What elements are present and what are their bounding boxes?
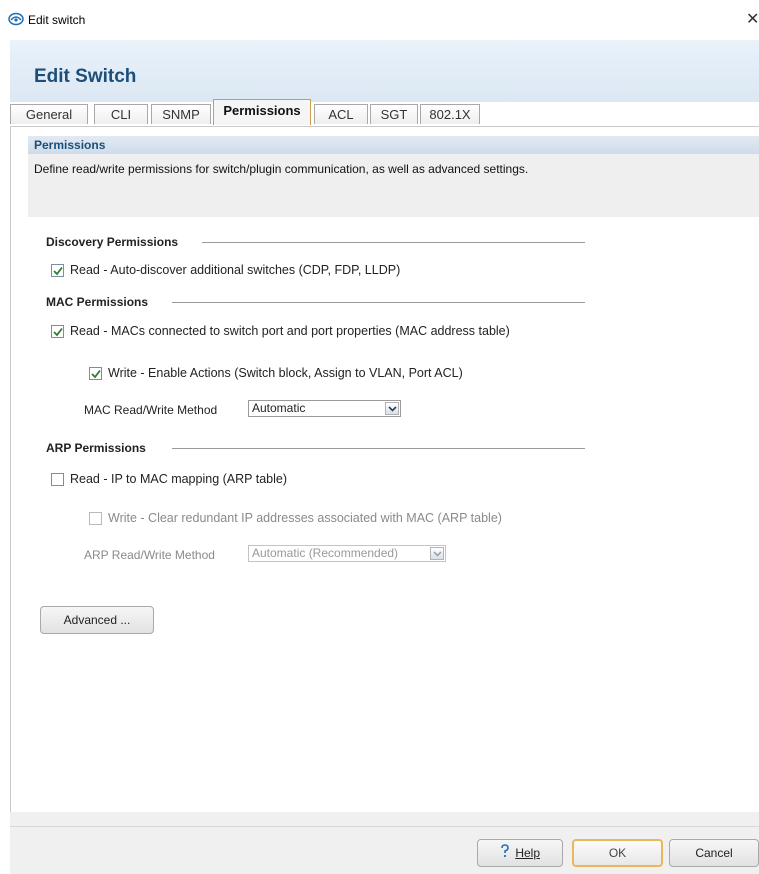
mac-divider	[172, 302, 585, 303]
discovery-read-checkbox[interactable]	[51, 263, 64, 277]
arp-method-label: ARP Read/Write Method	[84, 548, 215, 562]
arp-write-row: Write - Clear redundant IP addresses ass…	[89, 511, 502, 525]
arp-read-checkbox[interactable]	[51, 472, 64, 486]
arp-read-row[interactable]: Read - IP to MAC mapping (ARP table)	[51, 472, 287, 486]
mac-write-label: Write - Enable Actions (Switch block, As…	[108, 366, 463, 380]
mac-write-row[interactable]: Write - Enable Actions (Switch block, As…	[89, 366, 463, 380]
chevron-down-icon	[430, 547, 444, 560]
mac-read-row[interactable]: Read - MACs connected to switch port and…	[51, 324, 510, 338]
tab-snmp[interactable]: SNMP	[151, 104, 211, 124]
cancel-button[interactable]: Cancel	[669, 839, 759, 867]
help-button[interactable]: Help	[477, 839, 563, 867]
mac-method-value: Automatic	[252, 401, 306, 415]
checkmark-icon	[53, 266, 63, 275]
chevron-down-icon[interactable]	[385, 402, 399, 415]
window-title: Edit switch	[28, 13, 86, 27]
checkmark-icon	[91, 369, 101, 378]
advanced-button[interactable]: Advanced ...	[40, 606, 154, 634]
mac-write-checkbox[interactable]	[89, 366, 102, 380]
help-label: Help	[515, 846, 541, 860]
ok-button[interactable]: OK	[572, 839, 663, 867]
mac-read-checkbox[interactable]	[51, 324, 64, 338]
mac-read-label: Read - MACs connected to switch port and…	[70, 324, 510, 338]
mac-permissions-title: MAC Permissions	[46, 295, 149, 309]
arp-write-checkbox	[89, 511, 102, 525]
arp-permissions-title: ARP Permissions	[46, 441, 146, 455]
tab-acl[interactable]: ACL	[314, 104, 368, 124]
tab-cli[interactable]: CLI	[94, 104, 148, 124]
checkmark-icon	[53, 327, 63, 336]
mac-method-select[interactable]: Automatic	[248, 400, 401, 417]
arp-divider	[172, 448, 585, 449]
section-header: Permissions	[28, 136, 759, 154]
arp-method-select: Automatic (Recommended)	[248, 545, 446, 562]
tab-8021x[interactable]: 802.1X	[420, 104, 480, 124]
section-description: Define read/write permissions for switch…	[34, 162, 529, 176]
help-icon	[500, 841, 510, 867]
arp-read-label: Read - IP to MAC mapping (ARP table)	[70, 472, 287, 486]
discovery-permissions-title: Discovery Permissions	[46, 235, 179, 249]
dialog-title: Edit Switch	[34, 66, 137, 87]
close-icon[interactable]: ✕	[746, 9, 759, 29]
tab-general[interactable]: General	[10, 104, 88, 124]
tab-bar: General CLI SNMP Permissions ACL SGT 802…	[10, 99, 759, 126]
section-title: Permissions	[34, 138, 106, 152]
discovery-read-label: Read - Auto-discover additional switches…	[70, 263, 401, 277]
window-titlebar: Edit switch ✕	[0, 0, 759, 40]
app-logo-icon	[8, 12, 24, 26]
mac-method-label: MAC Read/Write Method	[84, 403, 218, 417]
arp-write-label: Write - Clear redundant IP addresses ass…	[108, 511, 502, 525]
discovery-read-row[interactable]: Read - Auto-discover additional switches…	[51, 263, 400, 277]
tab-content-panel	[10, 126, 759, 812]
section-description-panel: Define read/write permissions for switch…	[28, 154, 759, 217]
arp-method-value: Automatic (Recommended)	[252, 546, 399, 560]
discovery-divider	[202, 242, 585, 243]
tab-sgt[interactable]: SGT	[370, 104, 418, 124]
tab-permissions[interactable]: Permissions	[213, 99, 311, 125]
